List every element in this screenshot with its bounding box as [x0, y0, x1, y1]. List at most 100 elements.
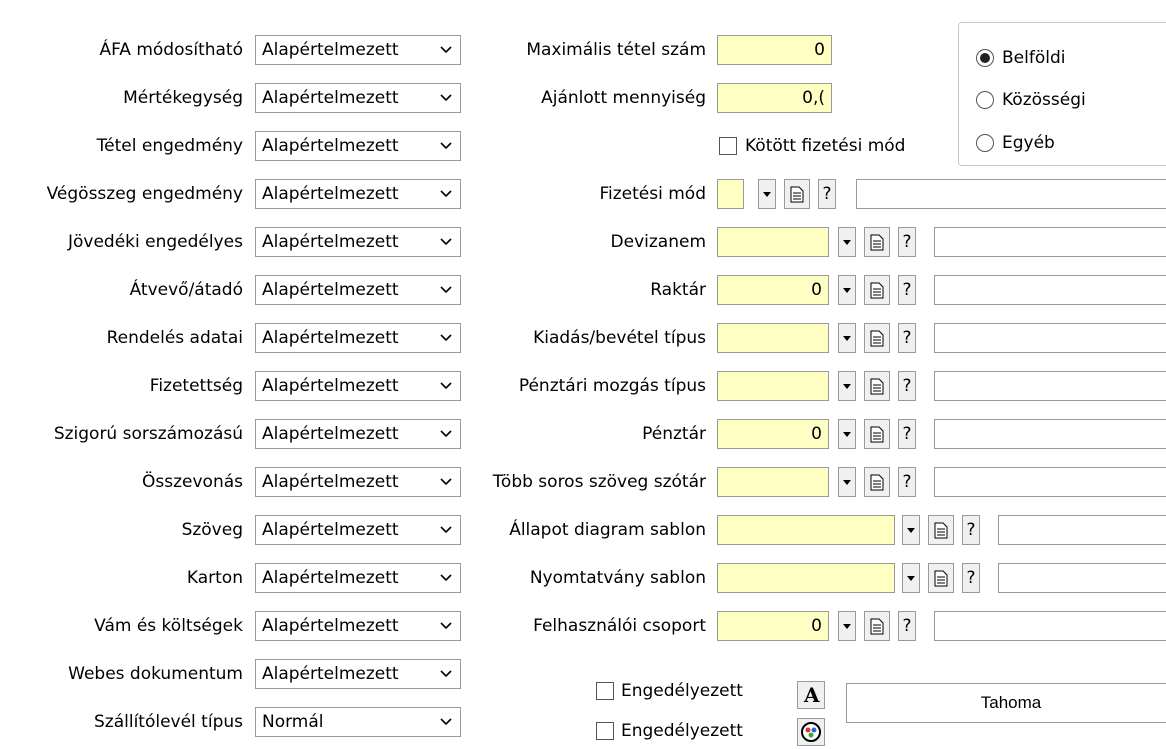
engedelyezett-checkbox-1[interactable] [596, 682, 614, 700]
left-row-select[interactable]: Alapértelmezett [255, 323, 461, 353]
raktar-description[interactable] [934, 275, 1166, 305]
left-row-select[interactable]: Alapértelmezett [255, 419, 461, 449]
fizetesi-mod-input[interactable] [717, 179, 744, 209]
document-icon [870, 234, 884, 251]
penztari-mozgas-help-button[interactable]: ? [898, 371, 916, 401]
penztari-mozgas-input[interactable] [717, 371, 829, 401]
radio-kozossegi[interactable] [976, 91, 994, 109]
allapot-document-button[interactable] [928, 515, 954, 545]
fizetesi-mod-help-button[interactable]: ? [818, 179, 836, 209]
left-row-select[interactable]: Alapértelmezett [255, 371, 461, 401]
document-icon [870, 426, 884, 443]
felhasznaloi-description[interactable] [934, 611, 1166, 641]
document-icon [790, 186, 804, 203]
nyomtatvany-input[interactable] [717, 563, 895, 593]
fizetesi-mod-document-button[interactable] [784, 179, 810, 209]
nyomtatvany-description[interactable] [998, 563, 1166, 593]
max-tetel-value: 0 [814, 40, 825, 60]
penztari-mozgas-label: Pénztári mozgás típus [518, 376, 706, 396]
tobb-soros-document-button[interactable] [864, 467, 890, 497]
allapot-help-button[interactable]: ? [962, 515, 980, 545]
kotott-label: Kötött fizetési mód [745, 136, 906, 156]
tobb-soros-dropdown-button[interactable] [838, 467, 856, 497]
fizetesi-mod-dropdown-button[interactable] [758, 179, 776, 209]
raktar-dropdown-button[interactable] [838, 275, 856, 305]
penztari-mozgas-dropdown-button[interactable] [838, 371, 856, 401]
tobb-soros-description[interactable] [934, 467, 1166, 497]
raktar-help-button[interactable]: ? [898, 275, 916, 305]
engedelyezett-checkbox-2[interactable] [596, 722, 614, 740]
left-row-select-value: Alapértelmezett [262, 184, 399, 204]
penztar-description[interactable] [934, 419, 1166, 449]
kiadas-help-button[interactable]: ? [898, 323, 916, 353]
penztari-mozgas-document-button[interactable] [864, 371, 890, 401]
left-row-label: Szállítólevél típus [93, 712, 243, 732]
left-row-label: Vám és költségek [94, 616, 243, 636]
left-row-select[interactable]: Alapértelmezett [255, 467, 461, 497]
felhasznaloi-dropdown-button[interactable] [838, 611, 856, 641]
devizanem-dropdown-button[interactable] [838, 227, 856, 257]
font-A-icon[interactable]: A [797, 681, 825, 709]
left-row-select[interactable]: Normál [255, 707, 461, 737]
devizanem-description[interactable] [934, 227, 1166, 257]
color-palette-icon[interactable] [797, 718, 825, 746]
penztari-mozgas-description[interactable] [934, 371, 1166, 401]
left-row-label: ÁFA módosítható [99, 40, 243, 60]
kotott-checkbox[interactable] [719, 137, 737, 155]
left-row-select-value: Alapértelmezett [262, 472, 399, 492]
left-row-label: Jövedéki engedélyes [68, 232, 243, 252]
left-row-select[interactable]: Alapértelmezett [255, 275, 461, 305]
allapot-input[interactable] [717, 515, 895, 545]
left-row-label: Összevonás [142, 472, 243, 492]
devizanem-document-button[interactable] [864, 227, 890, 257]
left-row-select[interactable]: Alapértelmezett [255, 563, 461, 593]
left-row-select-value: Alapértelmezett [262, 424, 399, 444]
allapot-description[interactable] [998, 515, 1166, 545]
chevron-down-icon [440, 46, 452, 54]
kiadas-description[interactable] [934, 323, 1166, 353]
left-row-select[interactable]: Alapértelmezett [255, 611, 461, 641]
felhasznaloi-document-button[interactable] [864, 611, 890, 641]
penztar-value: 0 [811, 424, 822, 444]
document-icon [870, 618, 884, 635]
tobb-soros-help-button[interactable]: ? [898, 467, 916, 497]
devizanem-help-button[interactable]: ? [898, 227, 916, 257]
ajanlott-input[interactable]: 0,( [717, 83, 832, 113]
felhasznaloi-help-button[interactable]: ? [898, 611, 916, 641]
left-row-select[interactable]: Alapértelmezett [255, 35, 461, 65]
left-row-label: Átvevő/átadó [129, 280, 243, 300]
left-row-select-value: Alapértelmezett [262, 280, 399, 300]
tobb-soros-input[interactable] [717, 467, 829, 497]
left-row-select[interactable]: Alapértelmezett [255, 179, 461, 209]
radio-belfoldi[interactable] [976, 49, 994, 67]
penztar-help-button[interactable]: ? [898, 419, 916, 449]
felhasznaloi-input[interactable]: 0 [717, 611, 829, 641]
kiadas-dropdown-button[interactable] [838, 323, 856, 353]
font-preview-box[interactable]: Tahoma [846, 683, 1166, 723]
nyomtatvany-dropdown-button[interactable] [902, 563, 920, 593]
penztar-document-button[interactable] [864, 419, 890, 449]
allapot-dropdown-button[interactable] [902, 515, 920, 545]
document-icon [870, 474, 884, 491]
nyomtatvany-help-button[interactable]: ? [962, 563, 980, 593]
left-row-label: Karton [186, 568, 243, 588]
left-row-select[interactable]: Alapértelmezett [255, 515, 461, 545]
raktar-input[interactable]: 0 [717, 275, 829, 305]
fizetesi-mod-description[interactable] [856, 179, 1166, 209]
left-row-select[interactable]: Alapértelmezett [255, 131, 461, 161]
kiadas-input[interactable] [717, 323, 829, 353]
devizanem-input[interactable] [717, 227, 829, 257]
left-row-select[interactable]: Alapértelmezett [255, 227, 461, 257]
left-row-select-value: Alapértelmezett [262, 520, 399, 540]
max-tetel-input[interactable]: 0 [717, 35, 832, 65]
radio-egyeb[interactable] [976, 134, 994, 152]
raktar-document-button[interactable] [864, 275, 890, 305]
document-icon [870, 378, 884, 395]
penztar-input[interactable]: 0 [717, 419, 829, 449]
penztar-dropdown-button[interactable] [838, 419, 856, 449]
nyomtatvany-document-button[interactable] [928, 563, 954, 593]
left-row-select[interactable]: Alapértelmezett [255, 659, 461, 689]
left-row-label: Fizetettség [149, 376, 243, 396]
kiadas-document-button[interactable] [864, 323, 890, 353]
left-row-select[interactable]: Alapértelmezett [255, 83, 461, 113]
